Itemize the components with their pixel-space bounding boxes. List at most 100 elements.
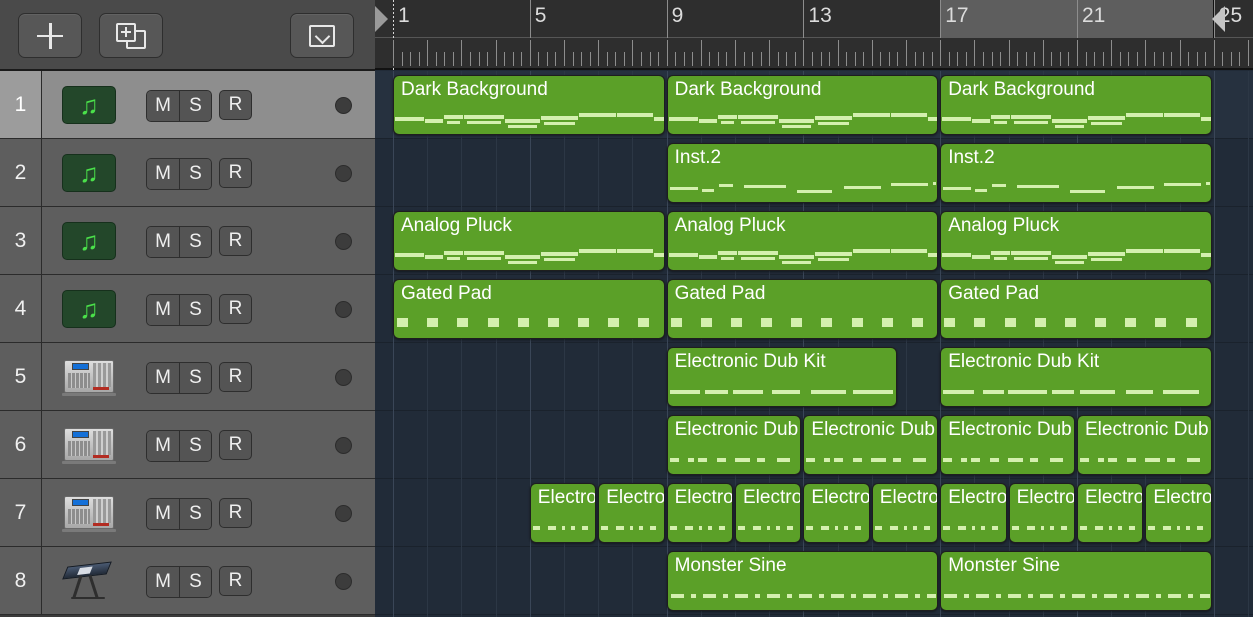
record-dot-indicator[interactable]: [335, 301, 352, 318]
track-number: 1: [0, 71, 42, 138]
ruler-beat-tick: [1171, 52, 1172, 66]
region-grid[interactable]: Dark BackgroundDark BackgroundDark Backg…: [375, 71, 1253, 617]
region-name: Electronic Dub Kit: [1017, 487, 1075, 509]
add-track-button[interactable]: [18, 13, 82, 58]
region[interactable]: Analog Pluck: [393, 211, 665, 271]
ruler-right-arrow-icon: [1212, 6, 1225, 32]
grid-line: [427, 71, 428, 617]
region[interactable]: Electronic Dub Kit: [940, 415, 1075, 475]
region[interactable]: Electronic Dub Kit: [940, 347, 1212, 407]
track-header[interactable]: 7MSR: [0, 479, 375, 547]
software-instrument-icon[interactable]: ♫: [62, 290, 116, 328]
record-enable-button[interactable]: R: [219, 498, 252, 528]
mute-button[interactable]: M: [147, 499, 179, 529]
region[interactable]: Electronic Dub Kit: [667, 415, 802, 475]
ruler-beat-tick: [795, 52, 796, 66]
drum-machine-icon[interactable]: [62, 358, 116, 396]
solo-button[interactable]: S: [179, 363, 211, 393]
solo-button[interactable]: S: [179, 91, 211, 121]
track-header[interactable]: 6MSR: [0, 411, 375, 479]
track-headers-pane: 1♫MSR2♫MSR3♫MSR4♫MSR5MSR6MSR7MSR8MSR: [0, 0, 375, 617]
region[interactable]: Monster Sine: [940, 551, 1212, 611]
track-header[interactable]: 5MSR: [0, 343, 375, 411]
region[interactable]: Electronic Dub Kit: [872, 483, 938, 543]
software-instrument-icon[interactable]: ♫: [62, 86, 116, 124]
region[interactable]: Electronic Dub Kit: [803, 415, 938, 475]
software-instrument-icon[interactable]: ♫: [62, 154, 116, 192]
mute-button[interactable]: M: [147, 227, 179, 257]
ruler-beat-tick: [829, 52, 830, 66]
region-waveform: [804, 515, 868, 537]
region[interactable]: Electronic Dub Kit: [667, 347, 898, 407]
region[interactable]: Inst.2: [667, 143, 939, 203]
drum-machine-icon[interactable]: [62, 426, 116, 464]
record-dot-indicator[interactable]: [335, 165, 352, 182]
region[interactable]: Dark Background: [940, 75, 1212, 135]
region[interactable]: Electronic Dub Kit: [530, 483, 596, 543]
mute-button[interactable]: M: [147, 363, 179, 393]
solo-button[interactable]: S: [179, 295, 211, 325]
track-header[interactable]: 8MSR: [0, 547, 375, 615]
mute-button[interactable]: M: [147, 91, 179, 121]
record-dot-indicator[interactable]: [335, 97, 352, 114]
region[interactable]: Dark Background: [667, 75, 939, 135]
bar-number-label: 9: [672, 4, 684, 28]
ruler-beat-tick: [1094, 52, 1095, 66]
drum-machine-icon[interactable]: [62, 494, 116, 532]
ruler-beat-tick: [419, 52, 420, 66]
record-enable-button[interactable]: R: [219, 430, 252, 460]
region[interactable]: Analog Pluck: [667, 211, 939, 271]
record-dot-indicator[interactable]: [335, 369, 352, 386]
ruler-beat-tick: [957, 52, 958, 66]
region[interactable]: Analog Pluck: [940, 211, 1212, 271]
solo-button[interactable]: S: [179, 431, 211, 461]
region[interactable]: Gated Pad: [393, 279, 665, 339]
record-dot-indicator[interactable]: [335, 233, 352, 250]
record-dot-indicator[interactable]: [335, 437, 352, 454]
ruler-beat-tick: [538, 52, 539, 66]
track-header[interactable]: 2♫MSR: [0, 139, 375, 207]
solo-button[interactable]: S: [179, 227, 211, 257]
track-header[interactable]: 4♫MSR: [0, 275, 375, 343]
region[interactable]: Gated Pad: [667, 279, 939, 339]
bar-separator: [667, 0, 668, 38]
region[interactable]: Inst.2: [940, 143, 1212, 203]
ruler-bar-numbers[interactable]: 15913172125: [375, 0, 1253, 38]
record-enable-button[interactable]: R: [219, 158, 252, 188]
ruler-beat-tick: [1068, 52, 1069, 66]
solo-button[interactable]: S: [179, 567, 211, 597]
record-dot-indicator[interactable]: [335, 505, 352, 522]
track-options-button[interactable]: [290, 13, 354, 58]
record-enable-button[interactable]: R: [219, 226, 252, 256]
ruler[interactable]: 15913172125: [375, 0, 1253, 70]
record-enable-button[interactable]: R: [219, 362, 252, 392]
ruler-bar-tick: [427, 40, 428, 66]
mute-button[interactable]: M: [147, 567, 179, 597]
duplicate-track-button[interactable]: [99, 13, 163, 58]
region[interactable]: Monster Sine: [667, 551, 939, 611]
region[interactable]: Electronic Dub Kit: [1077, 483, 1143, 543]
mute-button[interactable]: M: [147, 431, 179, 461]
record-enable-button[interactable]: R: [219, 566, 252, 596]
region[interactable]: Electronic Dub Kit: [735, 483, 801, 543]
region[interactable]: Gated Pad: [940, 279, 1212, 339]
keyboard-stand-icon[interactable]: [62, 562, 116, 600]
record-enable-button[interactable]: R: [219, 90, 252, 120]
region[interactable]: Electronic Dub Kit: [667, 483, 733, 543]
software-instrument-icon[interactable]: ♫: [62, 222, 116, 260]
track-header[interactable]: 3♫MSR: [0, 207, 375, 275]
mute-button[interactable]: M: [147, 159, 179, 189]
region[interactable]: Electronic Dub Kit: [1077, 415, 1212, 475]
solo-button[interactable]: S: [179, 499, 211, 529]
region[interactable]: Electronic Dub Kit: [940, 483, 1006, 543]
region[interactable]: Electronic Dub Kit: [598, 483, 664, 543]
mute-button[interactable]: M: [147, 295, 179, 325]
record-enable-button[interactable]: R: [219, 294, 252, 324]
track-header[interactable]: 1 ♫ MSR: [0, 71, 375, 139]
region[interactable]: Electronic Dub Kit: [803, 483, 869, 543]
region[interactable]: Dark Background: [393, 75, 665, 135]
record-dot-indicator[interactable]: [335, 573, 352, 590]
solo-button[interactable]: S: [179, 159, 211, 189]
region[interactable]: Electronic Dub Kit: [1145, 483, 1211, 543]
region[interactable]: Electronic Dub Kit: [1009, 483, 1075, 543]
